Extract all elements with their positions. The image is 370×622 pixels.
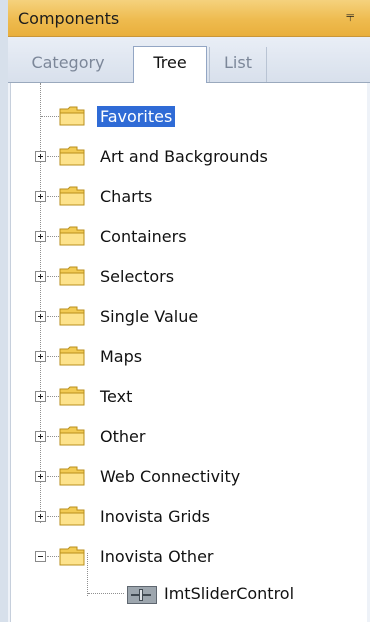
panel-title: Components [18, 9, 120, 28]
tree-connector [88, 593, 124, 594]
components-panel: Components ⫧ Category Tree List Favorite… [8, 0, 370, 622]
tree-item-web-connectivity[interactable]: Web Connectivity [11, 463, 367, 493]
tree-item-charts[interactable]: Charts [11, 183, 367, 213]
tree-connector [47, 316, 59, 317]
expand-icon[interactable] [35, 471, 46, 482]
expand-icon[interactable] [35, 311, 46, 322]
tree-item-label: Favorites [97, 106, 176, 127]
tree-item-selectors[interactable]: Selectors [11, 263, 367, 293]
tree-item-imtslidercontrol[interactable]: ImtSliderControl [11, 580, 367, 610]
tree-item-maps[interactable]: Maps [11, 343, 367, 373]
expand-icon[interactable] [35, 431, 46, 442]
expand-icon[interactable] [35, 151, 46, 162]
tree-item-label: Inovista Grids [100, 507, 210, 526]
pin-icon[interactable]: ⫧ [346, 7, 354, 25]
folder-icon [59, 145, 85, 167]
tree-item-label: ImtSliderControl [164, 584, 295, 603]
tree-item-text[interactable]: Text [11, 383, 367, 413]
tree-item-label: Web Connectivity [100, 467, 241, 486]
tree-connector [47, 276, 59, 277]
tree-item-art-and-backgrounds[interactable]: Art and Backgrounds [11, 143, 367, 173]
folder-icon [59, 305, 85, 327]
tree-item-inovista-other[interactable]: Inovista Other [11, 543, 367, 573]
folder-icon [59, 225, 85, 247]
tree-connector [47, 556, 59, 557]
tree-connector [47, 356, 59, 357]
panel-title-bar[interactable]: Components ⫧ [8, 0, 370, 37]
folder-icon [59, 345, 85, 367]
folder-icon [59, 425, 85, 447]
tree-connector [47, 396, 59, 397]
tab-tree[interactable]: Tree [133, 46, 207, 84]
component-tree[interactable]: Favorites Art and Backgrounds Charts Con… [10, 83, 367, 622]
expand-icon[interactable] [35, 191, 46, 202]
tree-item-inovista-grids[interactable]: Inovista Grids [11, 503, 367, 533]
expand-icon[interactable] [35, 391, 46, 402]
expand-icon[interactable] [35, 271, 46, 282]
tree-item-other[interactable]: Other [11, 423, 367, 453]
tree-item-favorites[interactable]: Favorites [11, 103, 367, 133]
tree-item-label: Charts [100, 187, 153, 206]
expand-icon[interactable] [35, 231, 46, 242]
tree-connector [47, 236, 59, 237]
tree-item-containers[interactable]: Containers [11, 223, 367, 253]
tree-item-label: Art and Backgrounds [100, 147, 268, 166]
expand-icon[interactable] [35, 511, 46, 522]
tree-connector [47, 156, 59, 157]
tab-bar: Category Tree List [8, 37, 370, 84]
tree-item-label: Other [100, 427, 146, 446]
folder-icon [59, 505, 85, 527]
folder-icon [59, 385, 85, 407]
folder-icon [59, 465, 85, 487]
expand-icon[interactable] [35, 351, 46, 362]
tree-item-label: Inovista Other [100, 547, 214, 566]
tree-item-label: Selectors [100, 267, 175, 286]
tree-item-label: Containers [100, 227, 187, 246]
tab-list[interactable]: List [209, 47, 267, 82]
tree-item-single-value[interactable]: Single Value [11, 303, 367, 333]
folder-icon [59, 265, 85, 287]
tree-connector [47, 436, 59, 437]
collapse-icon[interactable] [35, 551, 46, 562]
tree-connector [47, 476, 59, 477]
tree-item-label: Maps [100, 347, 143, 366]
tab-category[interactable]: Category [16, 47, 120, 82]
tree-item-label: Single Value [100, 307, 199, 326]
tree-item-label: Text [100, 387, 133, 406]
tree-connector [41, 116, 59, 117]
folder-icon [59, 105, 85, 127]
tree-connector [47, 196, 59, 197]
folder-icon [59, 545, 85, 567]
folder-icon [59, 185, 85, 207]
slider-control-icon [127, 586, 157, 604]
tree-connector [47, 516, 59, 517]
